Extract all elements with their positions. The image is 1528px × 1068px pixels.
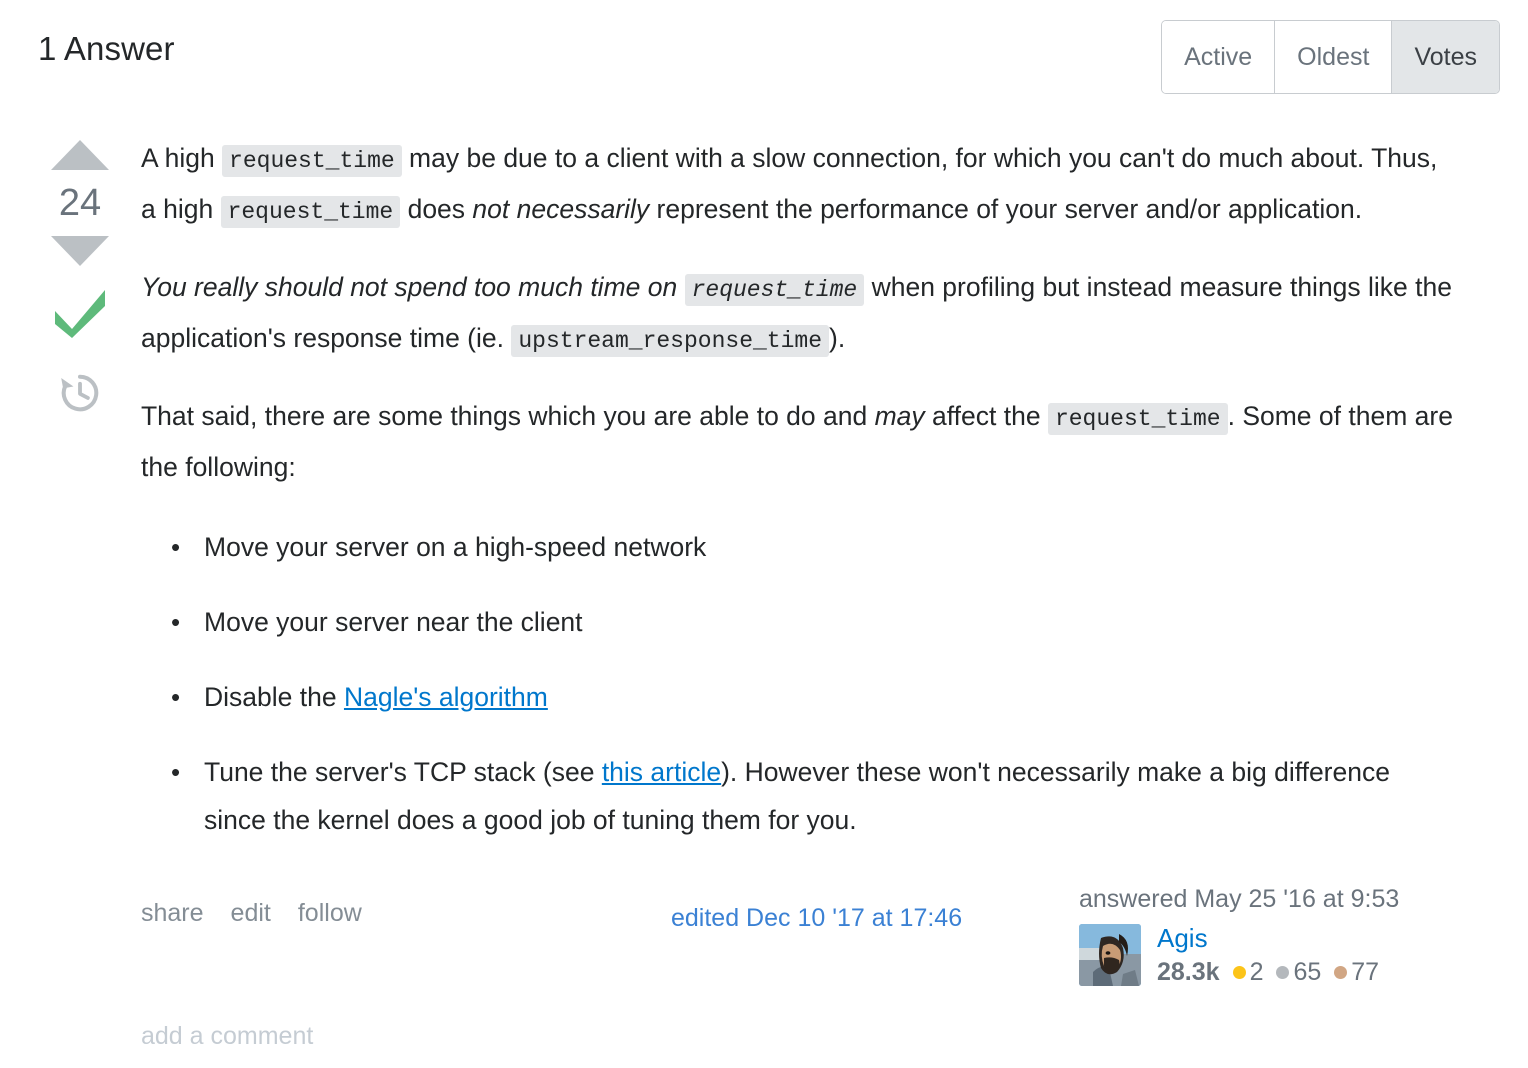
follow-link[interactable]: follow bbox=[298, 899, 362, 928]
p1-text-3: does bbox=[400, 194, 473, 224]
silver-badge-count: 65 bbox=[1293, 958, 1322, 987]
list-item: Disable the Nagle's algorithm bbox=[171, 673, 1456, 721]
link-nagles-algorithm[interactable]: Nagle's algorithm bbox=[344, 682, 548, 712]
sort-tab-active[interactable]: Active bbox=[1162, 21, 1276, 93]
answer-paragraph-3: That said, there are some things which y… bbox=[141, 392, 1456, 491]
sort-tab-votes[interactable]: Votes bbox=[1392, 21, 1499, 93]
inline-code-upstream-response-time: upstream_response_time bbox=[511, 325, 830, 357]
revision-history-clock-icon[interactable] bbox=[40, 370, 120, 416]
p1-emphasis-1: not necessarily bbox=[472, 194, 650, 224]
list-item-2-text: Move your server near the client bbox=[204, 607, 583, 637]
user-reputation-row: 28.3k 2 65 77 bbox=[1157, 958, 1379, 986]
sort-tab-oldest[interactable]: Oldest bbox=[1275, 21, 1393, 93]
user-avatar-photo[interactable] bbox=[1079, 924, 1141, 986]
post-menu: share edit follow bbox=[141, 899, 362, 928]
p1-text-1: A high bbox=[141, 143, 223, 173]
answer-footer: share edit follow edited Dec 10 '17 at 1… bbox=[141, 885, 1491, 1025]
p3-emphasis-1: may bbox=[874, 401, 925, 431]
list-item-4-text: Tune the server's TCP stack (see bbox=[204, 757, 602, 787]
list-item: Move your server on a high-speed network bbox=[171, 523, 1456, 571]
bronze-badge-group[interactable]: 77 bbox=[1334, 958, 1379, 986]
answers-count-title: 1 Answer bbox=[38, 30, 175, 67]
user-details: Agis 28.3k 2 65 77 bbox=[1157, 923, 1379, 986]
inline-code-request-time-1: request_time bbox=[222, 145, 402, 177]
gold-badge-icon bbox=[1232, 965, 1246, 979]
downvote-arrow-icon[interactable] bbox=[51, 236, 109, 266]
edited-timestamp-link[interactable]: edited Dec 10 '17 at 17:46 bbox=[671, 904, 962, 933]
p2-text-2: ). bbox=[829, 323, 846, 353]
add-comment-link[interactable]: add a comment bbox=[141, 1022, 313, 1051]
list-item: Tune the server's TCP stack (see this ar… bbox=[171, 748, 1456, 844]
answer-paragraph-2: You really should not spend too much tim… bbox=[141, 263, 1456, 365]
vote-cell: 24 bbox=[40, 140, 120, 416]
answer-sort-tabs: Active Oldest Votes bbox=[1161, 20, 1500, 94]
answered-timestamp: answered May 25 '16 at 9:53 bbox=[1079, 885, 1400, 913]
user-card: Agis 28.3k 2 65 77 bbox=[1079, 923, 1455, 986]
p3-text-2: affect the bbox=[924, 401, 1048, 431]
gold-badge-count: 2 bbox=[1249, 958, 1264, 987]
bronze-badge-count: 77 bbox=[1351, 958, 1380, 987]
list-item: Move your server near the client bbox=[171, 598, 1456, 646]
link-this-article[interactable]: this article bbox=[602, 757, 721, 787]
edit-link[interactable]: edit bbox=[231, 899, 271, 928]
answer-body: A high request_time may be due to a clie… bbox=[141, 134, 1456, 844]
p3-text-1: That said, there are some things which y… bbox=[141, 401, 875, 431]
gold-badge-group[interactable]: 2 bbox=[1232, 958, 1264, 987]
user-name-link[interactable]: Agis bbox=[1157, 923, 1379, 953]
share-link[interactable]: share bbox=[141, 899, 204, 928]
answers-header: 1 Answer Active Oldest Votes bbox=[0, 0, 1528, 110]
answer-paragraph-1: A high request_time may be due to a clie… bbox=[141, 134, 1456, 236]
inline-code-request-time-4: request_time bbox=[1047, 403, 1228, 435]
bronze-badge-icon bbox=[1334, 965, 1348, 979]
answer-bullet-list: Move your server on a high-speed network… bbox=[141, 523, 1456, 844]
inline-code-request-time-2: request_time bbox=[220, 196, 401, 228]
p2-emphasis-1: You really should not spend too much tim… bbox=[141, 272, 865, 306]
p1-text-4: represent the performance of your server… bbox=[649, 194, 1363, 224]
accepted-answer-checkmark-icon[interactable] bbox=[40, 284, 120, 338]
silver-badge-icon bbox=[1276, 965, 1290, 979]
silver-badge-group[interactable]: 65 bbox=[1276, 958, 1321, 986]
user-reputation: 28.3k bbox=[1157, 958, 1220, 987]
list-item-3-text: Disable the bbox=[204, 682, 344, 712]
answer-user-signature: answered May 25 '16 at 9:53 Agis 28.3k 2… bbox=[1075, 885, 1455, 986]
upvote-arrow-icon[interactable] bbox=[51, 140, 109, 170]
p2-emphasis-text: You really should not spend too much tim… bbox=[141, 272, 685, 302]
list-item-1-text: Move your server on a high-speed network bbox=[204, 532, 707, 562]
inline-code-request-time-3: request_time bbox=[684, 274, 865, 306]
vote-score: 24 bbox=[58, 182, 102, 224]
